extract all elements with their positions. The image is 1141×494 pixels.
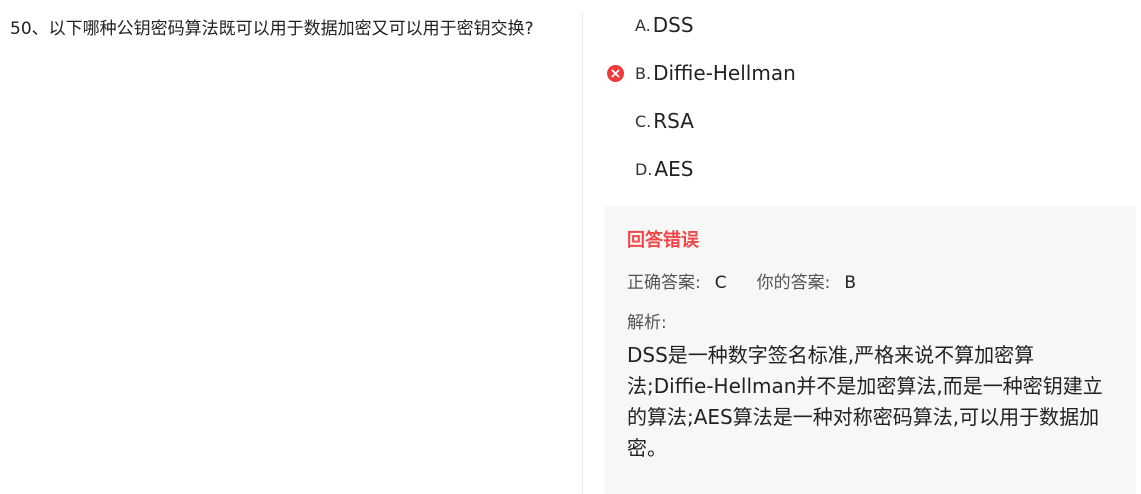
option-d-mark — [605, 159, 625, 179]
option-c-mark — [605, 111, 625, 131]
column-divider — [582, 12, 583, 494]
option-d-letter: D. — [635, 159, 653, 179]
option-b-mark — [605, 63, 625, 83]
answer-summary: 正确答案: C 你的答案: B — [627, 270, 1114, 296]
your-answer-value: B — [844, 273, 857, 293]
question-page: 50、 以下哪种公钥密码算法既可以用于数据加密又可以用于密钥交换? A. DSS… — [0, 0, 1141, 494]
analysis-label: 解析: — [627, 313, 667, 333]
option-d[interactable]: D. AES — [600, 154, 1120, 184]
option-a[interactable]: A. DSS — [600, 10, 1120, 40]
close-glyph — [611, 69, 619, 77]
option-c[interactable]: C. RSA — [600, 106, 1120, 136]
question-text: 以下哪种公钥密码算法既可以用于数据加密又可以用于密钥交换? — [48, 19, 534, 39]
your-answer-label: 你的答案: — [756, 273, 831, 293]
analysis-panel: 回答错误 正确答案: C 你的答案: B 解析: DSS是一种数字签名标准,严格来说不… — [604, 206, 1136, 494]
option-c-letter: C. — [635, 111, 652, 131]
option-c-text: RSA — [653, 109, 694, 133]
option-a-mark — [605, 15, 625, 35]
option-b-letter: B. — [635, 63, 652, 83]
option-d-text: AES — [654, 157, 694, 181]
correct-answer-value: C — [714, 273, 727, 293]
question-number: 50、 — [10, 19, 49, 39]
analysis-text: DSS是一种数字签名标准,严格来说不算加密算法;Diffie-Hellman并不… — [627, 343, 1103, 460]
correct-answer-label: 正确答案: — [627, 273, 701, 293]
option-b-text: Diffie-Hellman — [653, 61, 796, 85]
option-a-text: DSS — [652, 13, 694, 37]
close-circle-icon — [606, 64, 624, 82]
result-status: 回答错误 — [627, 230, 699, 251]
option-a-letter: A. — [635, 15, 651, 35]
option-b[interactable]: B. Diffie-Hellman — [600, 58, 1120, 88]
question: 50、 以下哪种公钥密码算法既可以用于数据加密又可以用于密钥交换? — [10, 16, 550, 43]
